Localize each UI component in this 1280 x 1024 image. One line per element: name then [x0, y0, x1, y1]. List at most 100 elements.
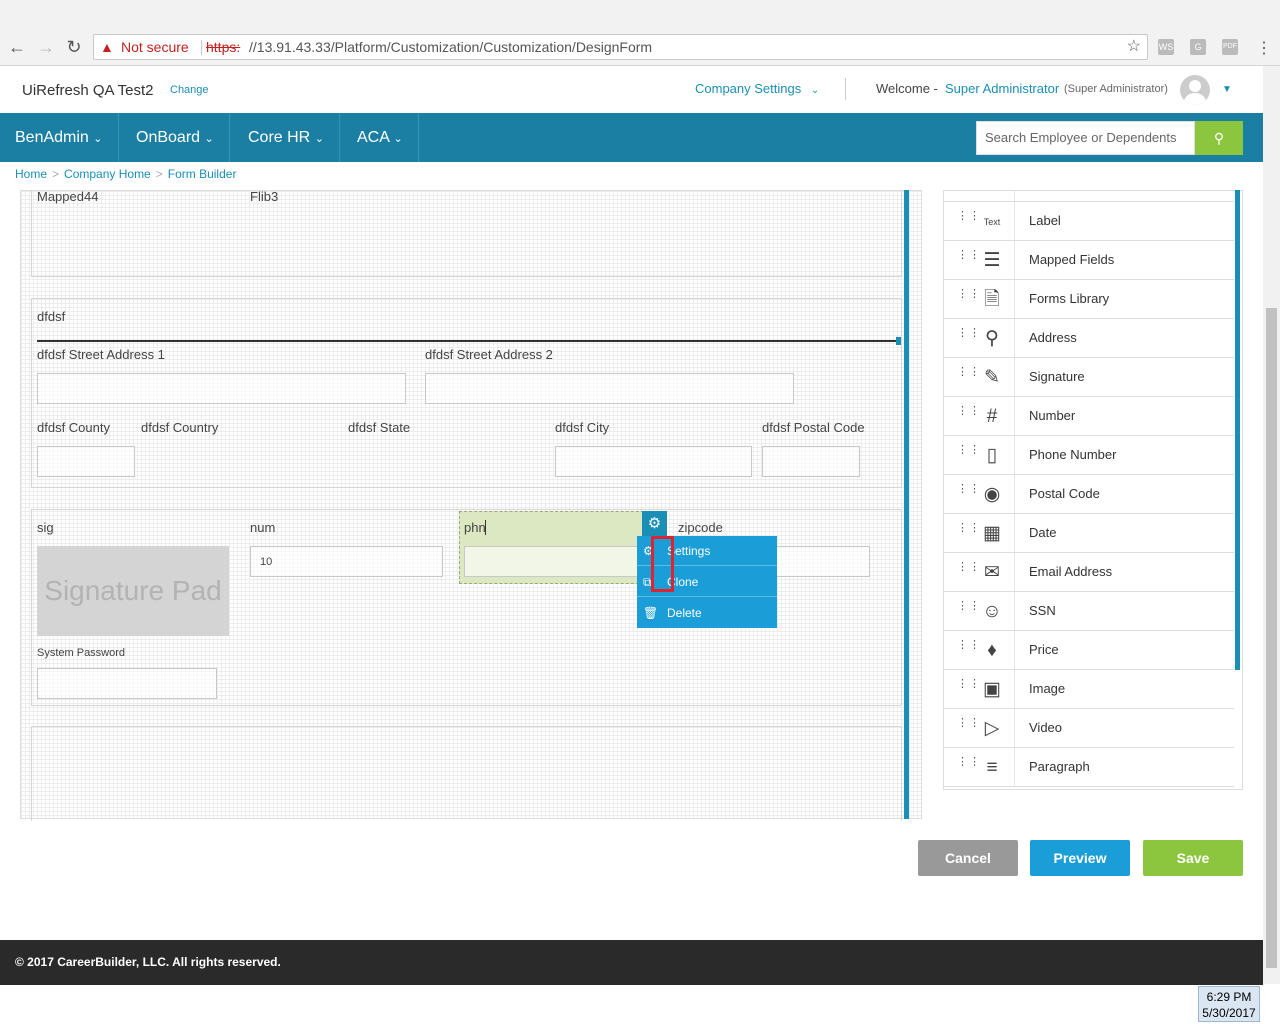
user-menu-caret-icon[interactable]: ▼: [1222, 84, 1232, 95]
drag-handle-icon[interactable]: ⋮⋮: [957, 484, 980, 495]
toolbox-item-paragraph[interactable]: ⋮⋮ ≡ Paragraph: [944, 748, 1234, 787]
calendar-icon: ▦: [983, 523, 1001, 544]
toolbox-item-partial[interactable]: [944, 191, 1234, 202]
browser-menu-icon[interactable]: ⋮: [1256, 38, 1272, 58]
field-settings-gear-button[interactable]: ⚙: [642, 511, 667, 536]
drag-handle-icon[interactable]: ⋮⋮: [957, 406, 980, 417]
drag-handle-icon[interactable]: ⋮⋮: [957, 679, 980, 690]
signature-pad[interactable]: Signature Pad: [37, 546, 229, 636]
address-bar[interactable]: ▲ Not secure https: //13.91.43.33/Platfo…: [93, 34, 1148, 60]
text-label-icon: Text: [983, 217, 1001, 227]
phn-label: phn: [464, 520, 486, 535]
drag-handle-icon[interactable]: ⋮⋮: [957, 523, 980, 534]
video-icon: ▷: [984, 718, 1000, 739]
search-button[interactable]: ⚲: [1195, 121, 1243, 155]
chevron-down-icon: ⌄: [393, 133, 403, 145]
hash-icon: #: [986, 406, 998, 427]
breadcrumb-separator: >: [155, 167, 163, 181]
toolbox-item-address[interactable]: ⋮⋮ ⚲ Address: [944, 319, 1234, 358]
street-address-2-input[interactable]: [425, 373, 794, 404]
city-input[interactable]: [555, 446, 752, 477]
drag-handle-icon[interactable]: ⋮⋮: [957, 289, 980, 300]
toolbox-item-divider: [1014, 553, 1015, 591]
drag-handle-icon[interactable]: ⋮⋮: [957, 757, 980, 768]
company-settings-menu[interactable]: Company Settings ⌄: [695, 81, 819, 96]
breadcrumb-form-builder[interactable]: Form Builder: [168, 167, 237, 181]
clock-date: 5/30/2017: [1202, 1006, 1256, 1020]
form-section-1[interactable]: [31, 190, 902, 277]
bookmark-star-icon[interactable]: ☆: [1127, 35, 1141, 59]
reload-icon[interactable]: ↻: [63, 36, 85, 58]
toolbox-item-divider: [1014, 670, 1015, 708]
drag-handle-icon[interactable]: ⋮⋮: [957, 328, 980, 339]
page-scrollbar-thumb[interactable]: [1266, 308, 1277, 968]
num-input[interactable]: 10: [250, 546, 443, 577]
drag-handle-icon[interactable]: ⋮⋮: [957, 718, 980, 729]
extension-pdf-icon[interactable]: PDF: [1222, 39, 1238, 55]
drag-handle-icon[interactable]: ⋮⋮: [957, 211, 980, 222]
panel-scrollbar[interactable]: [1235, 190, 1240, 670]
county-input[interactable]: [37, 446, 135, 477]
drag-handle-icon[interactable]: ⋮⋮: [957, 562, 980, 573]
city-label: dfdsf City: [555, 420, 610, 435]
drag-handle-icon[interactable]: ⋮⋮: [957, 640, 980, 651]
toolbox-item-forms-library[interactable]: ⋮⋮ 🗎 Forms Library: [944, 280, 1234, 319]
field-label-flib3: Flib3: [250, 189, 279, 204]
toolbox-item-label[interactable]: ⋮⋮ Text Label: [944, 202, 1234, 241]
toolbox-item-email-address[interactable]: ⋮⋮ ✉ Email Address: [944, 553, 1234, 592]
user-name-link[interactable]: Super Administrator: [945, 81, 1059, 96]
drag-handle-icon[interactable]: ⋮⋮: [957, 445, 980, 456]
drag-handle-icon[interactable]: ⋮⋮: [957, 601, 980, 612]
forward-icon[interactable]: →: [35, 36, 57, 58]
preview-button[interactable]: Preview: [1030, 840, 1130, 876]
phone-input[interactable]: [464, 546, 644, 577]
toolbox-item-video[interactable]: ⋮⋮ ▷ Video: [944, 709, 1234, 748]
form-section-4[interactable]: [31, 726, 902, 821]
toolbox-item-phone-number[interactable]: ⋮⋮ ▯ Phone Number: [944, 436, 1234, 475]
toolbox-item-divider: [1014, 241, 1015, 279]
postal-code-input[interactable]: [762, 446, 860, 477]
nav-corehr[interactable]: Core HR ⌄: [233, 113, 340, 162]
nav-benadmin[interactable]: BenAdmin ⌄: [0, 113, 119, 162]
toolbox-item-price[interactable]: ⋮⋮ ♦ Price: [944, 631, 1234, 670]
toolbox-item-divider: [1014, 592, 1015, 630]
canvas-scrollbar[interactable]: [904, 190, 909, 819]
cancel-button[interactable]: Cancel: [918, 840, 1018, 876]
back-icon[interactable]: ←: [6, 36, 28, 58]
breadcrumb-home[interactable]: Home: [15, 167, 47, 181]
toolbox-item-mapped-fields[interactable]: ⋮⋮ ☰ Mapped Fields: [944, 241, 1234, 280]
extension-ws-icon[interactable]: WS: [1158, 39, 1174, 55]
avatar[interactable]: [1180, 75, 1210, 105]
toolbox-item-signature[interactable]: ⋮⋮ ✎ Signature: [944, 358, 1234, 397]
toolbox-item-number[interactable]: ⋮⋮ # Number: [944, 397, 1234, 436]
phone-icon: ▯: [986, 445, 998, 466]
change-company-link[interactable]: Change: [170, 84, 209, 96]
taskbar-clock[interactable]: 6:29 PM 5/30/2017: [1198, 986, 1260, 1022]
system-password-input[interactable]: [37, 668, 217, 699]
toolbox-item-divider: [1014, 191, 1015, 201]
nav-aca[interactable]: ACA ⌄: [342, 113, 419, 162]
company-settings-label: Company Settings: [695, 81, 802, 96]
toolbox-item-divider: [1014, 631, 1015, 669]
text-cursor: [485, 520, 486, 535]
form-canvas[interactable]: [20, 190, 922, 819]
breadcrumb-company-home[interactable]: Company Home: [64, 167, 151, 181]
toolbox-item-postal-code[interactable]: ⋮⋮ ◉ Postal Code: [944, 475, 1234, 514]
toolbox-item-number-text: Number: [1029, 408, 1076, 423]
toolbox-item-ssn[interactable]: ⋮⋮ ☺ SSN: [944, 592, 1234, 631]
toolbox-item-email-address-text: Email Address: [1029, 564, 1113, 579]
drag-handle-icon[interactable]: ⋮⋮: [957, 250, 980, 261]
street-address-1-input[interactable]: [37, 373, 406, 404]
toolbox-item-divider: [1014, 397, 1015, 435]
employee-search-input[interactable]: Search Employee or Dependents: [976, 121, 1195, 155]
toolbox-item-date[interactable]: ⋮⋮ ▦ Date: [944, 514, 1234, 553]
toolbox-item-image[interactable]: ⋮⋮ ▣ Image: [944, 670, 1234, 709]
user-role: (Super Administrator): [1064, 83, 1168, 95]
context-menu-delete[interactable]: 🗑 Delete: [637, 598, 777, 628]
save-button[interactable]: Save: [1143, 840, 1243, 876]
divider-resize-handle[interactable]: [896, 337, 901, 345]
nav-onboard[interactable]: OnBoard ⌄: [121, 113, 230, 162]
drag-handle-icon[interactable]: ⋮⋮: [957, 367, 980, 378]
zipcode-input[interactable]: [776, 546, 870, 577]
extension-g-icon[interactable]: G: [1190, 39, 1206, 55]
